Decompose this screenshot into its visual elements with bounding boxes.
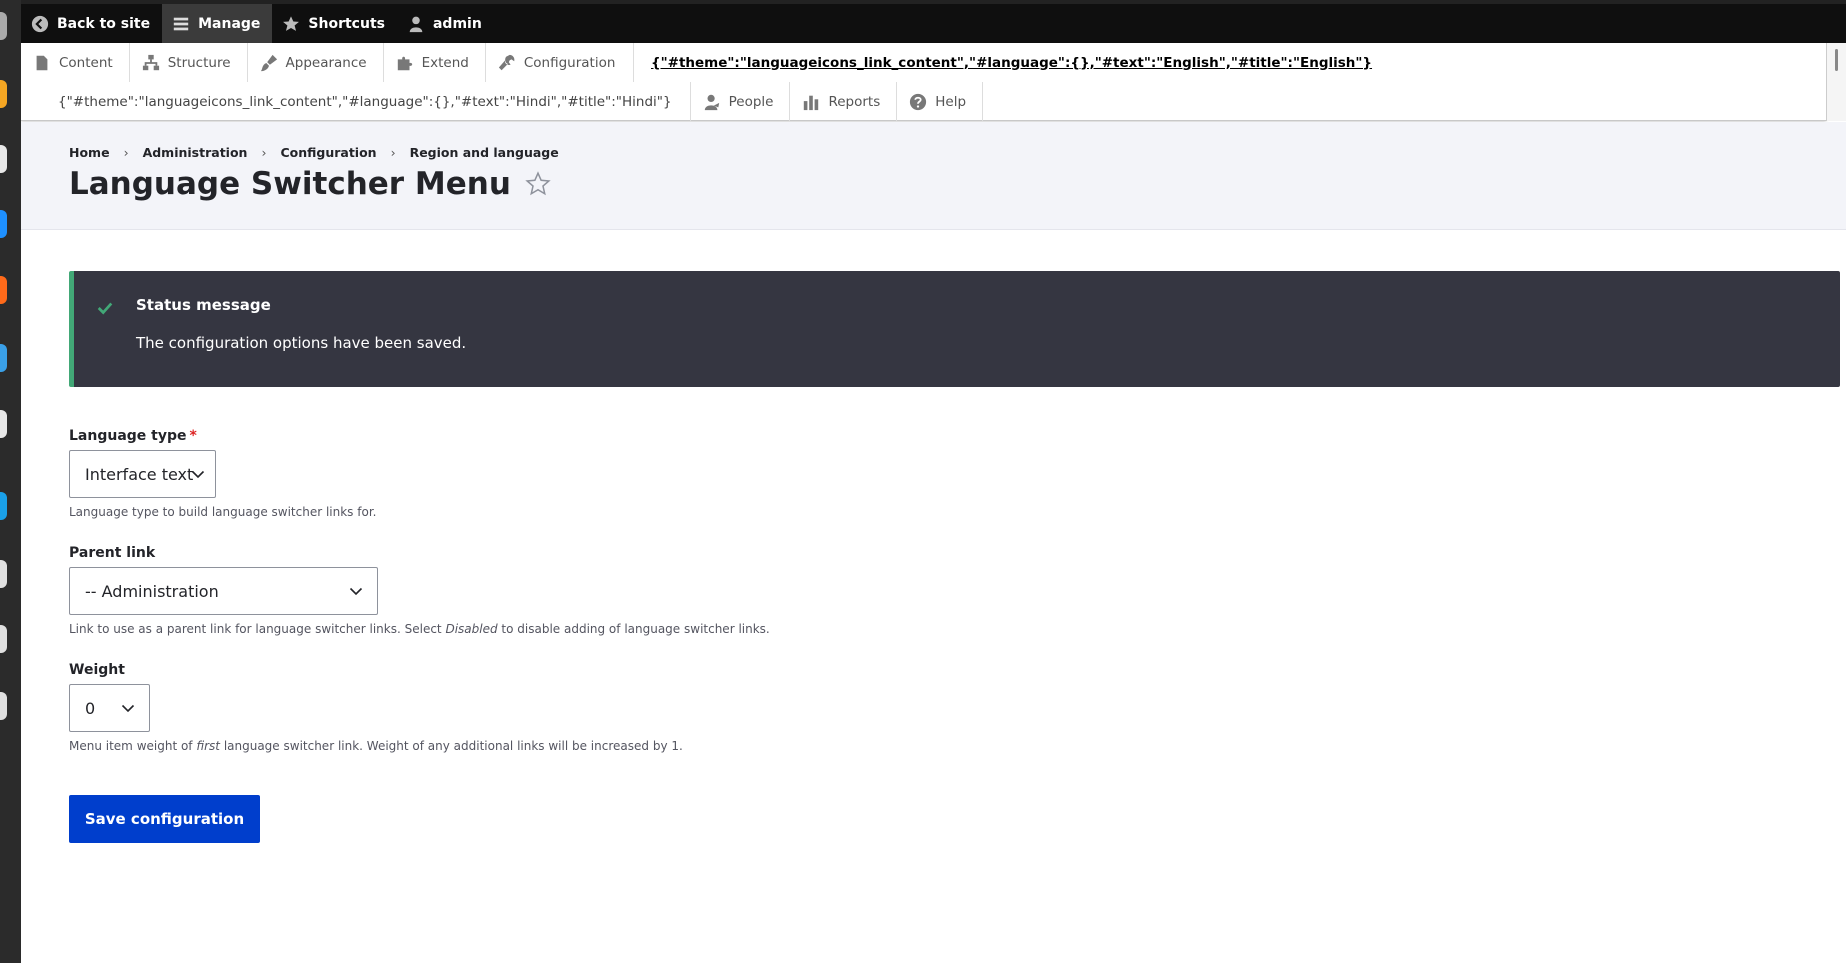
weight-desc-text: Menu item weight of xyxy=(69,739,197,753)
paintbrush-icon xyxy=(260,54,277,71)
breadcrumb-separator: › xyxy=(390,145,396,160)
parent-link-label: Parent link xyxy=(69,545,156,561)
wrench-icon xyxy=(498,54,515,70)
manage-tab[interactable]: Manage xyxy=(162,4,273,43)
weight-value: 0 xyxy=(85,698,96,718)
scrollbar-thumb[interactable] xyxy=(1835,49,1838,71)
tray-item-appearance[interactable]: Appearance xyxy=(248,43,384,82)
status-title: Status message xyxy=(136,296,271,314)
breadcrumb-separator: › xyxy=(261,145,267,160)
parent-link-description: Link to use as a parent link for languag… xyxy=(69,622,770,636)
tray-item-structure[interactable]: Structure xyxy=(130,43,248,82)
tray-item-label: Configuration xyxy=(523,54,616,71)
parent-link-value: -- Administration xyxy=(85,581,219,601)
page-header: Home › Administration › Configuration › … xyxy=(21,122,1846,230)
shortcuts-label: Shortcuts xyxy=(308,15,385,32)
chevron-down-icon xyxy=(121,704,135,713)
weight-desc-text: language switcher link. Weight of any ad… xyxy=(220,739,683,753)
back-to-site-link[interactable]: Back to site xyxy=(21,4,162,43)
admin-tray: Content Structure Appearance Extend Conf… xyxy=(21,43,1826,121)
tray-item-content[interactable]: Content xyxy=(21,43,130,82)
chevron-down-icon xyxy=(191,470,205,479)
user-label: admin xyxy=(432,15,482,32)
page-title-text: Language Switcher Menu xyxy=(69,166,511,202)
bar-chart-icon xyxy=(804,95,819,110)
dock-app-icon[interactable] xyxy=(0,410,7,438)
structure-icon xyxy=(142,54,159,70)
parent-link-desc-text: Link to use as a parent link for languag… xyxy=(69,622,446,636)
shortcuts-tab[interactable]: Shortcuts xyxy=(272,4,397,43)
admin-toolbar: Back to site Manage Shortcuts admin xyxy=(21,0,1846,43)
tray-item-label: Help xyxy=(935,93,967,110)
weight-description: Menu item weight of first language switc… xyxy=(69,739,683,753)
dock-app-icon[interactable] xyxy=(0,276,7,304)
parent-link-desc-emphasis: Disabled xyxy=(445,622,498,636)
people-icon xyxy=(704,94,719,110)
tray-item-label: Appearance xyxy=(285,54,367,71)
tray-row: Content Structure Appearance Extend Conf… xyxy=(21,43,635,82)
back-arrow-icon xyxy=(31,15,49,32)
parent-link-desc-text: to disable adding of language switcher l… xyxy=(497,622,770,636)
tray-item-help[interactable]: Help xyxy=(897,82,984,121)
tray-scrollbar[interactable] xyxy=(1826,43,1846,121)
tray-item-label: Content xyxy=(59,54,113,71)
dock-app-icon[interactable] xyxy=(0,80,7,108)
chevron-down-icon xyxy=(349,587,363,596)
dock-app-icon[interactable] xyxy=(0,344,7,372)
parent-link-select[interactable]: -- Administration xyxy=(69,567,378,615)
tray-item-configuration[interactable]: Configuration xyxy=(486,43,635,82)
star-filled-icon xyxy=(283,15,300,31)
puzzle-icon xyxy=(397,56,412,70)
tray-row: {"#theme":"languageicons_link_content","… xyxy=(21,82,984,121)
tray-item-label: People xyxy=(728,93,774,110)
admin-page: Back to site Manage Shortcuts admin Cont… xyxy=(21,0,1846,963)
language-type-select[interactable]: Interface text xyxy=(69,450,216,498)
status-message: Status message The configuration options… xyxy=(69,271,1840,387)
language-type-label: Language type * xyxy=(69,428,197,444)
required-marker: * xyxy=(189,428,197,444)
tray-item-people[interactable]: People xyxy=(691,82,791,121)
language-type-description: Language type to build language switcher… xyxy=(69,505,377,519)
help-icon xyxy=(910,93,927,110)
file-icon xyxy=(36,55,48,70)
breadcrumb-separator: › xyxy=(123,145,129,160)
launcher-dock xyxy=(0,0,21,963)
dock-app-icon[interactable] xyxy=(0,692,7,720)
dock-app-icon[interactable] xyxy=(0,145,7,173)
weight-select[interactable]: 0 xyxy=(69,684,150,732)
tray-item-extend[interactable]: Extend xyxy=(384,43,486,82)
tray-item-label: Structure xyxy=(167,54,231,71)
dock-app-icon[interactable] xyxy=(0,560,7,588)
shortcut-star-icon[interactable] xyxy=(525,171,551,197)
page-title: Language Switcher Menu xyxy=(69,166,551,202)
dock-app-icon[interactable] xyxy=(0,210,7,238)
breadcrumb: Home › Administration › Configuration › … xyxy=(69,145,559,160)
breadcrumb-region-language[interactable]: Region and language xyxy=(410,145,559,160)
user-tab[interactable]: admin xyxy=(397,4,494,43)
user-icon xyxy=(409,16,423,32)
hamburger-icon xyxy=(173,17,189,30)
save-configuration-button[interactable]: Save configuration xyxy=(69,795,260,843)
language-link-hindi[interactable]: {"#theme":"languageicons_link_content","… xyxy=(21,82,691,121)
dock-app-icon[interactable] xyxy=(0,12,7,40)
breadcrumb-configuration[interactable]: Configuration xyxy=(280,145,376,160)
back-to-site-label: Back to site xyxy=(57,15,151,32)
language-type-value: Interface text xyxy=(85,464,194,484)
breadcrumb-administration[interactable]: Administration xyxy=(143,145,248,160)
checkmark-icon xyxy=(97,302,113,315)
tray-item-reports[interactable]: Reports xyxy=(790,82,898,121)
language-type-label-text: Language type xyxy=(69,428,187,444)
status-text: The configuration options have been save… xyxy=(136,334,467,352)
dock-app-icon[interactable] xyxy=(0,625,7,653)
tray-item-label: Reports xyxy=(828,93,881,110)
weight-label: Weight xyxy=(69,662,125,678)
dock-app-icon[interactable] xyxy=(0,492,7,520)
language-link-english[interactable]: {"#theme":"languageicons_link_content","… xyxy=(651,43,1372,82)
breadcrumb-home[interactable]: Home xyxy=(69,145,110,160)
tray-item-label: Extend xyxy=(421,54,469,71)
weight-desc-emphasis: first xyxy=(196,739,220,753)
manage-label: Manage xyxy=(198,15,261,32)
